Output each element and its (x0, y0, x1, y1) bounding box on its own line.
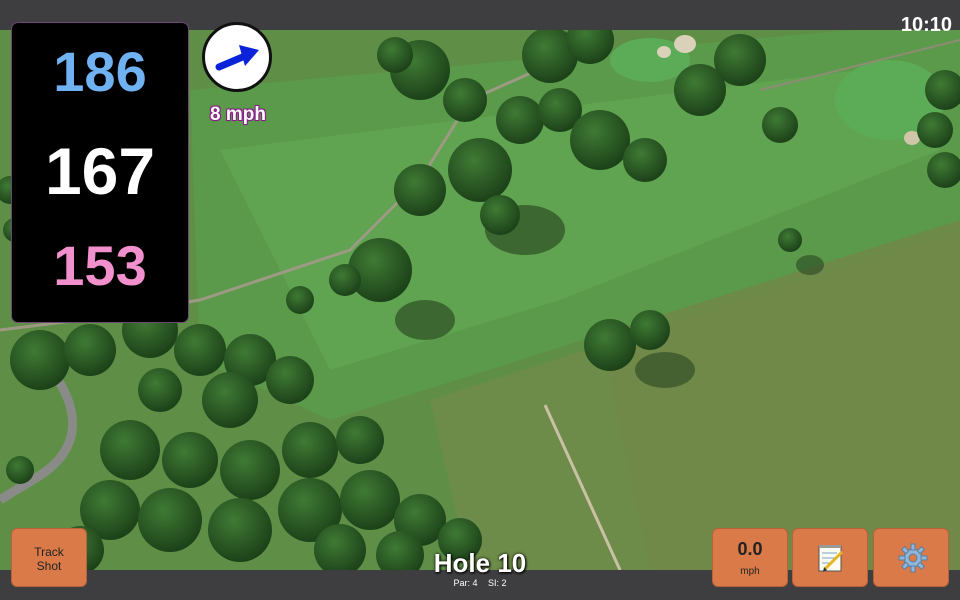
distance-middle: 167 (44, 134, 156, 208)
settings-button[interactable] (873, 528, 949, 587)
speed-unit: mph (740, 566, 760, 577)
track-shot-button[interactable]: Track Shot (11, 528, 87, 587)
gear-icon (898, 543, 928, 573)
wind-arrow-icon (215, 45, 259, 71)
distance-front: 153 (53, 234, 147, 297)
speed-value: 0.0 (737, 539, 763, 559)
wind-speed: 8 mph (210, 104, 266, 125)
hole-stroke-index: SI: 2 (488, 578, 507, 588)
hole-title: Hole 10 (433, 548, 527, 578)
notepad-icon (818, 545, 844, 572)
distance-panel: 186 167 153 (11, 22, 189, 323)
clock: 10:10 (900, 14, 952, 36)
distance-back: 186 (53, 40, 147, 103)
hole-par: Par: 4 (453, 578, 478, 588)
wind-indicator[interactable] (202, 22, 272, 92)
notes-button[interactable] (792, 528, 868, 587)
track-shot-label-line2: Shot (36, 559, 62, 573)
track-shot-label-line1: Track (34, 545, 64, 559)
speed-button[interactable]: 0.0 mph (712, 528, 788, 587)
hole-info: Par: 4 SI: 2 (380, 578, 580, 588)
